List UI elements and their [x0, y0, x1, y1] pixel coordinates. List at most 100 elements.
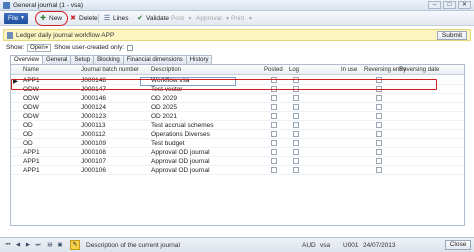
column-header-in-use[interactable]: In use	[341, 67, 357, 73]
tab-financial-dimensions[interactable]: Financial dimensions	[122, 55, 187, 64]
show-label: Show:	[6, 44, 25, 51]
reversing-entry-checkbox[interactable]	[376, 104, 382, 110]
posted-checkbox[interactable]	[271, 167, 277, 173]
tab-blocking[interactable]: Blocking	[93, 55, 124, 64]
log-checkbox[interactable]	[293, 122, 299, 128]
reversing-entry-checkbox[interactable]	[376, 149, 382, 155]
tab-setup[interactable]: Setup	[70, 55, 95, 64]
log-checkbox[interactable]	[293, 113, 299, 119]
cell-description: Approval OD journal	[151, 167, 210, 174]
reversing-entry-checkbox[interactable]	[376, 131, 382, 137]
reversing-entry-checkbox[interactable]	[376, 167, 382, 173]
column-header-description[interactable]: Description	[151, 67, 181, 73]
filter-bar: Show: Open ▼ Show user-created only:	[6, 43, 134, 52]
next-record-icon[interactable]: ▶	[24, 241, 32, 249]
posted-checkbox[interactable]	[271, 149, 277, 155]
approval-button[interactable]: Approval ▼	[196, 13, 232, 24]
print-label: Print	[231, 15, 245, 22]
cell-description: Operations Diverses	[151, 131, 210, 138]
cell-batch: J000112	[81, 131, 106, 138]
last-record-icon[interactable]: ⏭	[34, 241, 42, 249]
table-row[interactable]: ODW J000123 OD 2021	[11, 112, 464, 121]
toolbar-separator	[98, 14, 99, 23]
print-button[interactable]: Print ▼	[231, 13, 254, 24]
table-row[interactable]: APP1 J000106 Approval OD journal	[11, 166, 464, 175]
cell-name: OD	[23, 131, 33, 138]
posted-checkbox[interactable]	[271, 113, 277, 119]
cell-description: Approval OD journal	[151, 158, 210, 165]
log-checkbox[interactable]	[293, 140, 299, 146]
cell-batch: J000108	[81, 149, 106, 156]
table-row[interactable]: APP1 J000107 Approval OD journal	[11, 157, 464, 166]
posted-checkbox[interactable]	[271, 104, 277, 110]
cell-batch: J000113	[81, 122, 106, 129]
reversing-entry-checkbox[interactable]	[376, 122, 382, 128]
posted-checkbox[interactable]	[271, 158, 277, 164]
column-header-log[interactable]: Log	[289, 67, 299, 73]
table-row[interactable]: OD J000113 Test accrual schemes	[11, 121, 464, 130]
attachments-icon[interactable]: ▣	[56, 241, 64, 249]
table-row[interactable]: OD J000109 Test budget	[11, 139, 464, 148]
company-indicator: vsa	[320, 242, 331, 249]
lines-button[interactable]: ☰ Lines	[103, 13, 129, 24]
workflow-icon	[7, 32, 13, 39]
posted-checkbox[interactable]	[271, 140, 277, 146]
file-label: File	[8, 15, 19, 22]
app-icon	[3, 2, 10, 9]
file-menu-button[interactable]: File ▼	[4, 13, 28, 24]
maximize-button[interactable]: □	[443, 1, 456, 9]
cell-description: Approval OD journal	[151, 149, 210, 156]
record-info-icon[interactable]: ▤	[46, 241, 54, 249]
workflow-banner: Ledger daily journal workflow APP Submit	[3, 29, 471, 41]
cell-description: OD 2021	[151, 113, 178, 120]
cell-batch: J000124	[81, 104, 106, 111]
user-created-checkbox[interactable]	[127, 44, 134, 51]
submit-button[interactable]: Submit	[437, 31, 467, 40]
selected-row-highlight	[11, 79, 437, 90]
column-header-batch[interactable]: Journal batch number	[81, 67, 139, 73]
reversing-entry-checkbox[interactable]	[376, 95, 382, 101]
validate-button[interactable]: ✔ Validate	[136, 13, 169, 24]
reversing-entry-checkbox[interactable]	[376, 140, 382, 146]
previous-record-icon[interactable]: ◀	[14, 241, 22, 249]
first-record-icon[interactable]: ⏮	[4, 241, 12, 249]
posted-checkbox[interactable]	[271, 122, 277, 128]
table-row[interactable]: OD J000112 Operations Diverses	[11, 130, 464, 139]
reversing-entry-checkbox[interactable]	[376, 113, 382, 119]
log-checkbox[interactable]	[293, 95, 299, 101]
validate-label: Validate	[146, 15, 170, 22]
log-checkbox[interactable]	[293, 158, 299, 164]
column-header-posted[interactable]: Posted	[264, 67, 283, 73]
table-row[interactable]: ODW J000124 OD 2025	[11, 103, 464, 112]
close-button[interactable]: Close	[445, 240, 471, 250]
log-checkbox[interactable]	[293, 131, 299, 137]
edit-pencil-icon[interactable]: ✎	[70, 240, 80, 250]
delete-icon: ✖	[70, 14, 76, 22]
title-bar: General journal (1 - vsa) – □ ✕	[0, 0, 474, 11]
cell-name: OD	[23, 122, 33, 129]
lines-label: Lines	[113, 15, 129, 22]
checkmark-icon: ✔	[137, 14, 143, 22]
delete-label: Delete	[79, 15, 98, 22]
table-row[interactable]: ODW J000146 OD 2029	[11, 94, 464, 103]
cell-description: OD 2029	[151, 95, 178, 102]
lines-icon: ☰	[103, 14, 111, 22]
posted-checkbox[interactable]	[271, 131, 277, 137]
log-checkbox[interactable]	[293, 167, 299, 173]
post-button[interactable]: Post ▼	[171, 13, 194, 24]
minimize-button[interactable]: –	[428, 1, 441, 9]
posted-checkbox[interactable]	[271, 95, 277, 101]
log-checkbox[interactable]	[293, 149, 299, 155]
log-checkbox[interactable]	[293, 104, 299, 110]
status-description: Description of the current journal	[86, 242, 180, 249]
tab-history[interactable]: History	[185, 55, 213, 64]
reversing-entry-checkbox[interactable]	[376, 158, 382, 164]
column-header-name[interactable]: Name	[23, 67, 39, 73]
tab-general[interactable]: General	[42, 55, 72, 64]
tab-overview[interactable]: Overview	[10, 55, 44, 64]
delete-button[interactable]: ✖ Delete	[69, 13, 98, 24]
table-row[interactable]: APP1 J000108 Approval OD journal	[11, 148, 464, 157]
show-dropdown[interactable]: Open ▼	[27, 43, 52, 52]
column-header-reversing-date[interactable]: Reversing date	[399, 67, 439, 73]
close-window-button[interactable]: ✕	[458, 1, 471, 9]
